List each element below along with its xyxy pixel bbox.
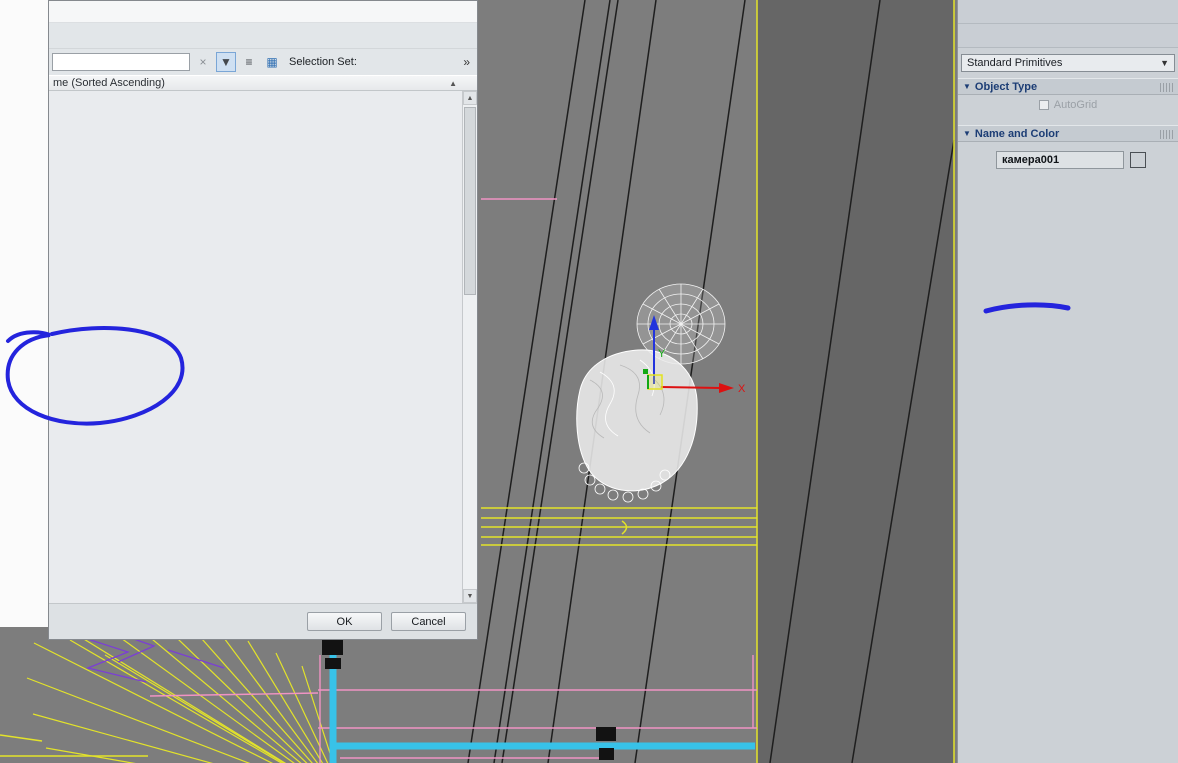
dropdown-arrow-icon: ▼ [1160, 58, 1169, 68]
sort-ascending-icon: ▲ [449, 78, 457, 88]
autogrid-label: AutoGrid [1053, 99, 1098, 111]
cancel-button[interactable]: Cancel [391, 612, 466, 631]
name-color-rollout-header[interactable]: ▼ Name and Color [958, 125, 1178, 142]
object-type-rollout-title: Object Type [974, 80, 1038, 93]
collapse-icon: ▼ [963, 129, 971, 138]
menu-bar [49, 1, 477, 23]
scene-list [49, 91, 462, 603]
object-type-rollout-header[interactable]: ▼ Object Type [958, 78, 1178, 95]
clear-search-icon[interactable]: × [193, 52, 213, 72]
autogrid-row: AutoGrid [958, 95, 1178, 115]
object-color-swatch[interactable] [1130, 152, 1146, 168]
rollout-grip [1160, 130, 1174, 139]
command-panel-tabs [958, 0, 1178, 24]
menu-display[interactable] [71, 10, 89, 14]
column-header-label: me (Sorted Ascending) [53, 77, 165, 89]
menu-select[interactable] [53, 10, 71, 14]
overflow-chevron-icon[interactable]: » [463, 55, 474, 69]
menu-customize[interactable] [89, 10, 107, 14]
search-input[interactable] [52, 53, 190, 71]
select-from-scene-dialog: × ▼ ≡ ▦ Selection Set: » me (Sorted Asce… [48, 0, 478, 640]
gizmo-plane-handle[interactable] [647, 374, 663, 390]
collapse-icon: ▼ [963, 82, 971, 91]
dialog-toolbar [49, 23, 477, 49]
scrollbar-thumb[interactable] [464, 107, 476, 295]
selection-set-label: Selection Set: [289, 56, 357, 68]
filter-icon[interactable]: ▼ [216, 52, 236, 72]
gizmo-x-axis[interactable] [660, 386, 722, 389]
ok-button[interactable]: OK [307, 612, 382, 631]
autogrid-checkbox[interactable] [1038, 100, 1049, 110]
scrollbar[interactable]: ▲ ▼ [462, 91, 477, 603]
command-panel: Standard Primitives ▼ ▼ Object Type Auto… [957, 0, 1178, 763]
gizmo-origin-dot [643, 369, 648, 374]
search-row: × ▼ ≡ ▦ Selection Set: » [49, 49, 477, 75]
primitive-buttons [958, 115, 1178, 125]
scroll-down-icon[interactable]: ▼ [463, 589, 477, 603]
primitives-dropdown-value: Standard Primitives [967, 57, 1063, 69]
gizmo-x-label: X [738, 383, 746, 395]
selection-set-grid-icon[interactable]: ▦ [262, 52, 282, 72]
canvas-margin [0, 0, 48, 627]
gizmo-y-label: Y [658, 348, 666, 360]
create-categories [958, 24, 1178, 48]
name-color-rollout-title: Name and Color [974, 127, 1060, 140]
object-name-input[interactable] [996, 151, 1124, 169]
name-column-header[interactable]: me (Sorted Ascending) ▲ [49, 75, 477, 91]
name-color-row [958, 142, 1178, 169]
layers-icon[interactable]: ≡ [239, 52, 259, 72]
primitives-dropdown[interactable]: Standard Primitives ▼ [961, 54, 1175, 72]
dialog-footer: OK Cancel [49, 603, 477, 639]
scroll-up-icon[interactable]: ▲ [463, 91, 477, 105]
rollout-grip [1160, 83, 1174, 92]
